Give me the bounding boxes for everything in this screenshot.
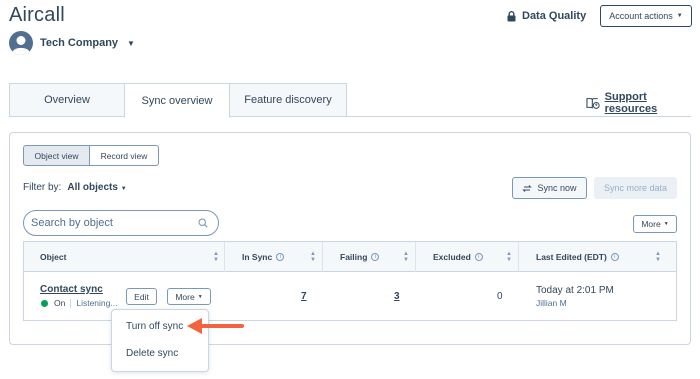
data-quality-label: Data Quality [522, 10, 587, 22]
filter-dropdown[interactable]: All objects ▼ [67, 182, 126, 193]
info-icon[interactable]: i [474, 253, 483, 261]
sync-status: On Listening... [41, 298, 117, 308]
object-view-button[interactable]: Object view [23, 145, 90, 166]
sync-now-button[interactable]: Sync now [512, 177, 587, 199]
company-name: Tech Company [40, 37, 119, 49]
filter: Filter by: All objects ▼ [23, 182, 127, 193]
status-on-dot-icon [41, 299, 48, 307]
more-label: More [641, 219, 661, 229]
filter-label: Filter by: [23, 182, 62, 193]
avatar [9, 31, 33, 55]
tab-overview[interactable]: Overview [9, 83, 125, 117]
edit-button[interactable]: Edit [126, 288, 157, 305]
status-label: On [54, 298, 66, 308]
column-divider [518, 242, 519, 272]
last-edited-by: Jillian M [536, 298, 567, 308]
last-edited-time: Today at 2:01 PM [536, 285, 614, 296]
company-selector[interactable]: Tech Company ▼ [9, 31, 135, 55]
more-actions-button[interactable]: More ▼ [633, 215, 677, 233]
table-header: Object ▲ ▼ In Sync i ▲ ▼ Failing i ▲ ▼ Exclud… [24, 242, 676, 272]
tab-sync-overview[interactable]: Sync overview [124, 83, 230, 118]
excluded-count: 0 [497, 291, 503, 302]
chevron-down-icon: ▼ [127, 38, 135, 48]
info-icon[interactable]: i [610, 253, 619, 261]
column-divider [322, 242, 323, 272]
status-detail: Listening... [76, 298, 118, 308]
account-actions-label: Account actions [609, 11, 673, 21]
book-question-icon [586, 97, 600, 109]
support-resources-label: Support resources [604, 91, 658, 115]
sort-icon[interactable]: ▲ ▼ [212, 251, 220, 263]
user-icon [12, 36, 30, 55]
chevron-down-icon: ▼ [663, 221, 669, 227]
app-title: Aircall [9, 4, 65, 26]
view-toggle: Object view Record view [23, 145, 159, 166]
account-actions-button[interactable]: Account actions ▼ [600, 5, 692, 27]
column-header-in-sync[interactable]: In Sync i [242, 242, 285, 272]
info-icon[interactable]: i [371, 253, 380, 261]
sync-icon [522, 184, 533, 192]
column-header-excluded[interactable]: Excluded i [433, 242, 483, 272]
tab-feature-discovery[interactable]: Feature discovery [229, 83, 347, 117]
sort-icon[interactable]: ▲ ▼ [654, 251, 662, 263]
column-divider [415, 242, 416, 272]
chevron-down-icon: ▼ [676, 13, 683, 19]
info-icon[interactable]: i [276, 253, 285, 261]
sync-more-data-button[interactable]: Sync more data [594, 177, 677, 199]
sort-icon[interactable]: ▲ ▼ [505, 251, 513, 263]
divider [70, 298, 72, 308]
chevron-down-icon: ▼ [120, 186, 127, 192]
filter-value: All objects [67, 182, 118, 193]
search-field[interactable] [23, 210, 219, 236]
menu-item-turn-off-sync[interactable]: Turn off sync [126, 321, 183, 332]
data-quality-link[interactable]: Data Quality [507, 10, 586, 22]
record-view-button[interactable]: Record view [90, 145, 159, 166]
column-header-failing[interactable]: Failing i [340, 242, 380, 272]
search-icon [198, 218, 208, 228]
column-header-object[interactable]: Object [40, 242, 66, 272]
search-input[interactable] [31, 217, 191, 229]
row-more-button[interactable]: More ▼ [167, 288, 211, 305]
more-label: More [175, 291, 195, 302]
sort-icon[interactable]: ▲ ▼ [402, 251, 410, 263]
failing-count[interactable]: 3 [394, 291, 400, 302]
menu-item-delete-sync[interactable]: Delete sync [126, 348, 178, 359]
sort-icon[interactable]: ▲ ▼ [309, 251, 317, 263]
lock-icon [507, 10, 516, 21]
support-resources-link[interactable]: Support resources [586, 91, 700, 115]
column-header-last-edited[interactable]: Last Edited (EDT) i [536, 242, 619, 272]
sync-name-link[interactable]: Contact sync [40, 284, 103, 295]
chevron-down-icon: ▼ [197, 293, 203, 300]
column-divider [224, 242, 225, 272]
tab-bar: Overview Sync overview Feature discovery [9, 83, 347, 118]
tab-divider [9, 116, 691, 117]
callout-arrow-icon [187, 318, 244, 334]
in-sync-count[interactable]: 7 [301, 291, 307, 302]
sync-now-label: Sync now [537, 183, 577, 193]
